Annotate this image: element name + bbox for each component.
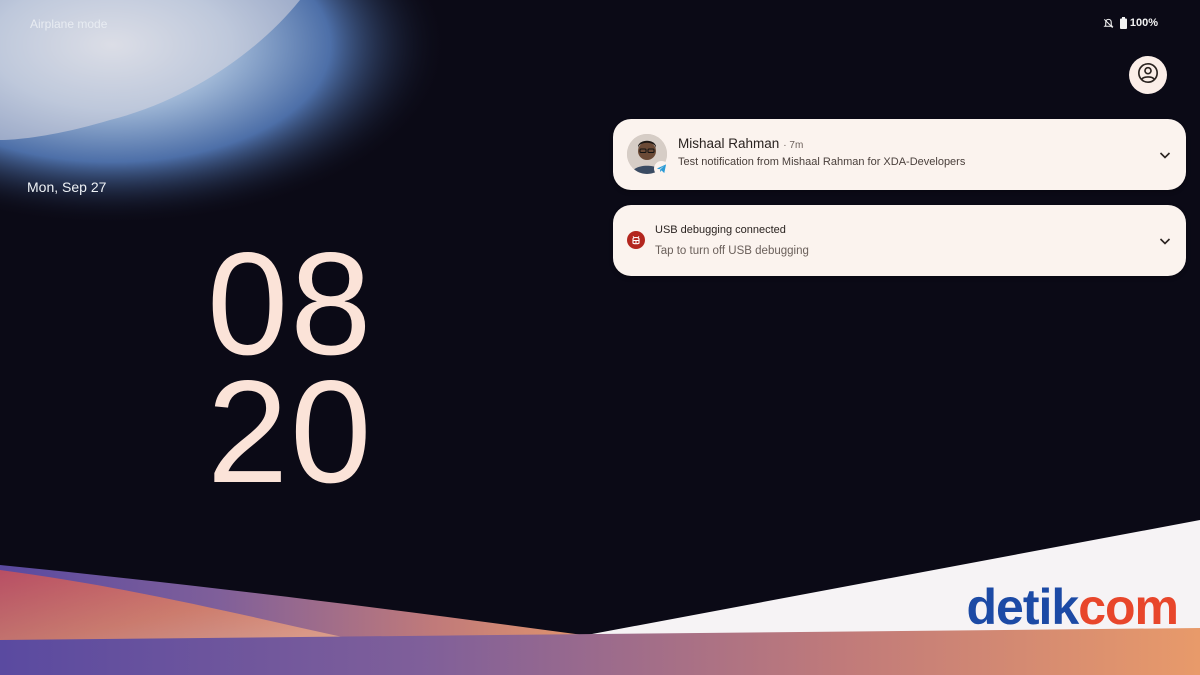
status-icons: 100%	[1103, 17, 1158, 29]
battery-icon	[1119, 17, 1127, 29]
telegram-icon	[654, 161, 669, 176]
clock-minute: 20	[207, 350, 374, 513]
battery-percent: 100%	[1129, 17, 1158, 29]
detikcom-logo: detikcom	[966, 579, 1179, 635]
lockscreen-date: Mon, Sep 27	[27, 179, 107, 195]
notification-time: · 7m	[783, 140, 804, 151]
notification-usb-debugging[interactable]: USB debugging connected Tap to turn off …	[613, 205, 1186, 276]
chevron-down-icon[interactable]	[1156, 232, 1174, 250]
notification-body: Tap to turn off USB debugging	[655, 245, 809, 257]
notifications-off-icon	[1103, 18, 1114, 29]
notification-sender: Mishaal Rahman	[678, 136, 780, 151]
account-circle-icon	[1137, 62, 1159, 88]
notification-body: Test notification from Mishaal Rahman fo…	[678, 156, 966, 168]
chevron-down-icon[interactable]	[1156, 146, 1174, 164]
battery-indicator: 100%	[1119, 17, 1158, 29]
lockscreen-clock: 08 20	[207, 222, 374, 513]
notification-title: USB debugging connected	[655, 224, 786, 236]
notification-telegram[interactable]: Mishaal Rahman · 7m Test notification fro…	[613, 119, 1186, 190]
user-switcher-button[interactable]	[1129, 56, 1167, 94]
wallpaper	[0, 0, 1200, 675]
android-debug-icon	[627, 231, 645, 249]
notification-title: Mishaal Rahman · 7m	[678, 136, 803, 151]
clock-hour: 08	[207, 222, 374, 385]
status-airplane-mode: Airplane mode	[30, 17, 108, 31]
